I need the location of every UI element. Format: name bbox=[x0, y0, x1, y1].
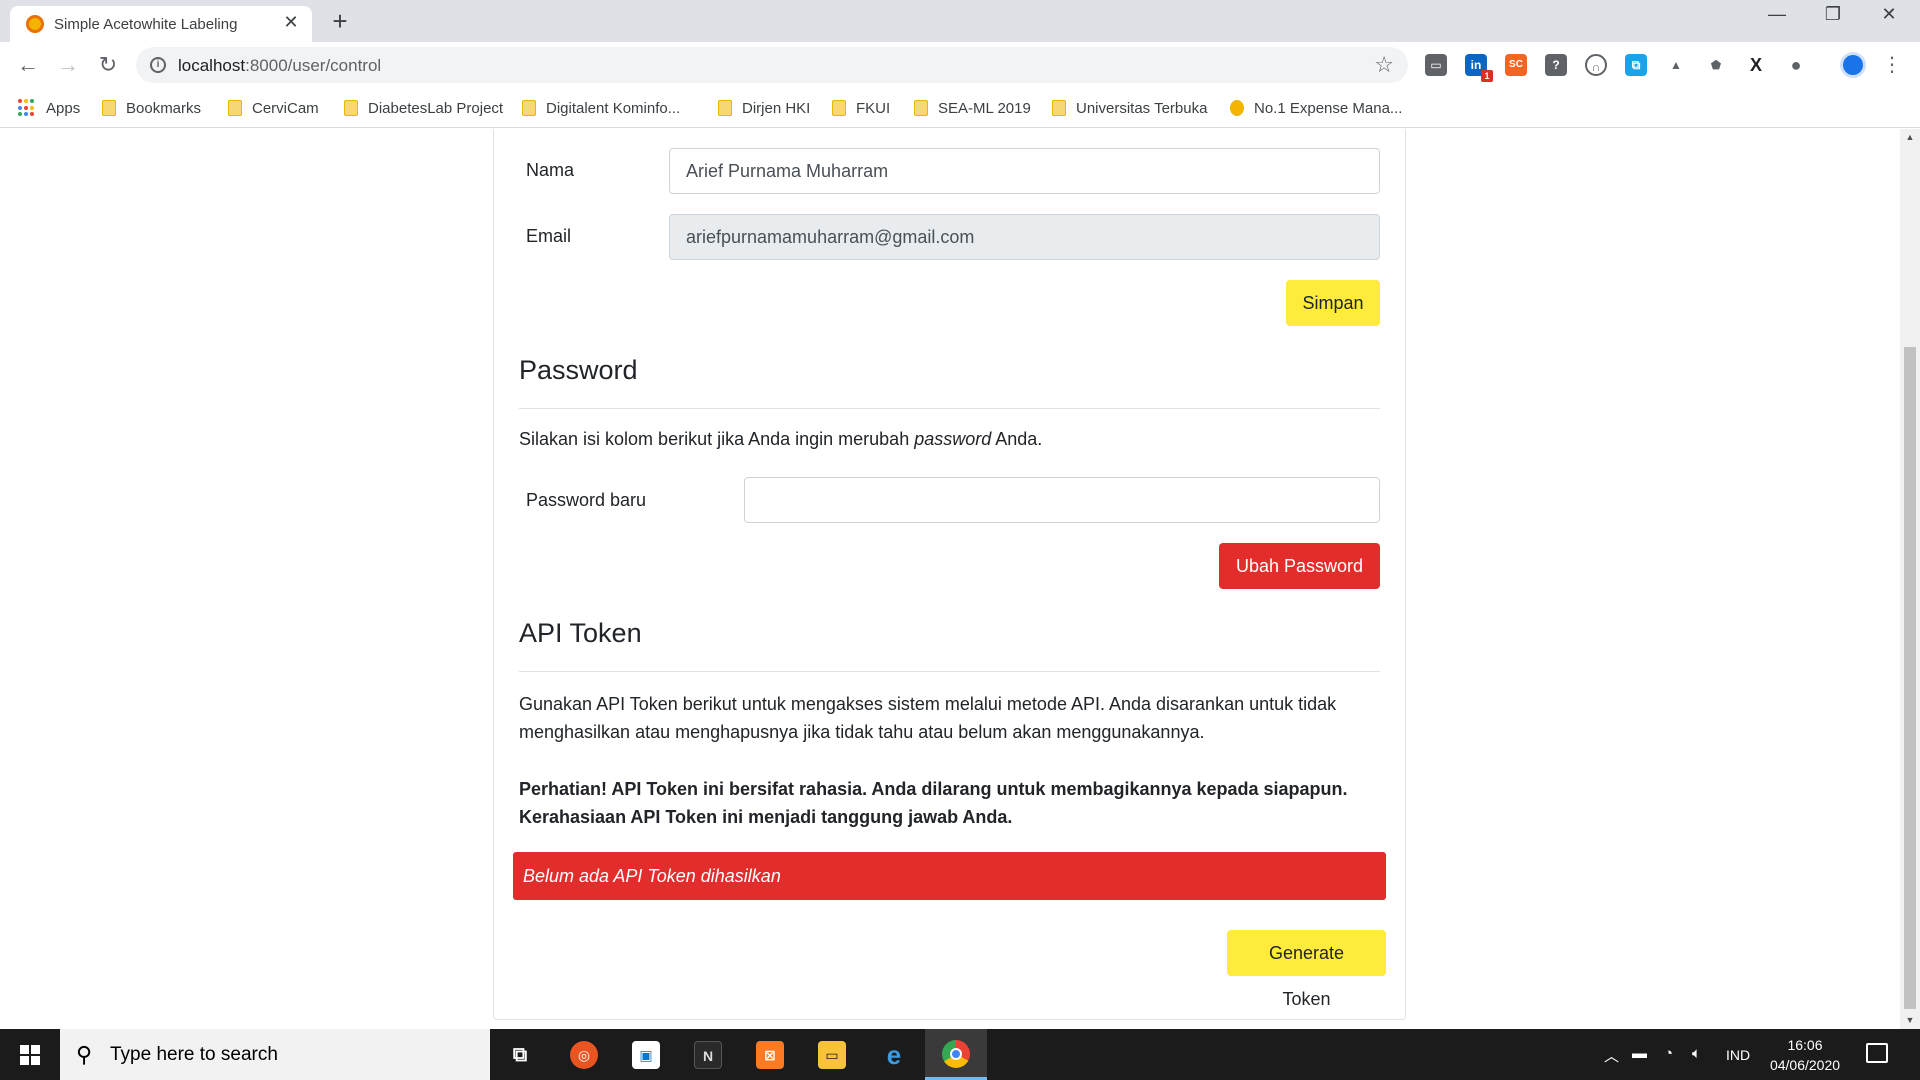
ubuntu-icon[interactable]: ◎ bbox=[570, 1041, 598, 1069]
chat-icon[interactable]: ▭ bbox=[1425, 54, 1447, 76]
new-password-label: Password baru bbox=[526, 490, 647, 510]
task-view-icon[interactable]: ⧉ bbox=[506, 1041, 534, 1069]
tab-close-icon[interactable]: ✕ bbox=[280, 12, 302, 33]
bookmark-folder[interactable]: CerviCam bbox=[228, 96, 319, 120]
folder-icon bbox=[832, 100, 846, 116]
search-placeholder: Type here to search bbox=[110, 1044, 278, 1065]
x-icon[interactable]: X bbox=[1745, 54, 1767, 76]
info-icon[interactable]: i bbox=[150, 57, 166, 73]
taskbar-search[interactable]: ⚲ Type here to search bbox=[60, 1029, 490, 1080]
tab-title: Simple Acetowhite Labeling bbox=[54, 16, 238, 33]
page-scrollbar[interactable]: ▲ ▼ bbox=[1900, 129, 1920, 1029]
tab-bar: Simple Acetowhite Labeling ✕ + — ❐ ✕ bbox=[0, 0, 1920, 42]
windows-logo-icon bbox=[20, 1045, 40, 1065]
drive-icon[interactable]: ▲ bbox=[1665, 54, 1687, 76]
help-icon[interactable]: ? bbox=[1545, 54, 1567, 76]
expense-icon bbox=[1230, 100, 1244, 116]
bookmark-star-icon[interactable]: ☆ bbox=[1374, 52, 1394, 78]
extension-badge: 1 bbox=[1481, 70, 1493, 82]
close-window-icon[interactable]: ✕ bbox=[1866, 4, 1912, 25]
email-label: Email bbox=[526, 226, 572, 246]
clock-time: 16:06 bbox=[1787, 1037, 1823, 1053]
name-label: Nama bbox=[526, 160, 575, 180]
folder-icon bbox=[522, 100, 536, 116]
change-password-button[interactable]: Ubah Password bbox=[1219, 543, 1380, 589]
address-bar[interactable]: i localhost:8000/user/control ☆ bbox=[136, 47, 1408, 83]
email-input[interactable] bbox=[669, 214, 1380, 260]
bookmarks-bar: Apps Bookmarks CerviCam DiabetesLab Proj… bbox=[0, 88, 1920, 128]
profile-avatar[interactable] bbox=[1840, 52, 1866, 78]
folder-icon bbox=[344, 100, 358, 116]
forward-icon[interactable]: → bbox=[54, 51, 82, 79]
wifi-icon[interactable]: ◔ bbox=[1664, 1045, 1673, 1062]
bookmark-folder[interactable]: Universitas Terbuka bbox=[1052, 96, 1207, 120]
notifications-icon[interactable] bbox=[1866, 1043, 1888, 1063]
volume-icon[interactable]: 🔈︎ bbox=[1692, 1045, 1701, 1062]
folder-icon bbox=[718, 100, 732, 116]
edge-icon[interactable]: e bbox=[880, 1041, 908, 1069]
api-token-section-title: API Token bbox=[519, 618, 642, 648]
circle-icon[interactable]: ● bbox=[1785, 54, 1807, 76]
linkedin-icon[interactable]: in 1 bbox=[1465, 54, 1493, 82]
windows-taskbar: ⚲ Type here to search ⧉ ◎ ▣ N ⊠ ▭ e ︿ ▬ … bbox=[0, 1029, 1920, 1080]
divider bbox=[519, 408, 1380, 409]
screenshot-icon[interactable]: ⧉ bbox=[1625, 54, 1647, 76]
page-viewport: Nama Email Simpan Password Silakan isi k… bbox=[0, 129, 1900, 1029]
restore-icon[interactable]: ❐ bbox=[1810, 4, 1856, 25]
generate-token-button[interactable]: Generate Token bbox=[1227, 930, 1386, 1009]
url-text: localhost:8000/user/control bbox=[178, 56, 382, 75]
bookmark-folder[interactable]: SEA-ML 2019 bbox=[914, 96, 1031, 120]
chrome-taskbar-button[interactable] bbox=[925, 1029, 987, 1080]
store-icon[interactable]: ▣ bbox=[632, 1041, 660, 1069]
new-password-input[interactable] bbox=[744, 477, 1380, 523]
search-icon: ⚲ bbox=[76, 1042, 93, 1067]
password-description: Silakan isi kolom berikut jika Anda ingi… bbox=[519, 429, 1043, 449]
back-icon[interactable]: ← bbox=[14, 51, 42, 79]
bookmark-folder[interactable]: Bookmarks bbox=[102, 96, 201, 120]
battery-icon[interactable]: ▬ bbox=[1632, 1045, 1647, 1062]
menu-dots-icon[interactable]: ⋮ bbox=[1882, 52, 1902, 77]
browser-toolbar: ← → ↻ i localhost:8000/user/control ☆ ▭ … bbox=[0, 42, 1920, 88]
shield-icon[interactable]: ⬟ bbox=[1705, 54, 1727, 76]
bookmark-folder[interactable]: FKUI bbox=[832, 96, 890, 120]
reload-icon[interactable]: ↻ bbox=[94, 51, 122, 79]
chrome-icon bbox=[942, 1040, 970, 1068]
bookmark-folder[interactable]: Dirjen HKI bbox=[718, 96, 810, 120]
no-token-alert: Belum ada API Token dihasilkan bbox=[513, 852, 1386, 900]
scroll-down-icon[interactable]: ▼ bbox=[1900, 1012, 1920, 1029]
folder-icon bbox=[102, 100, 116, 116]
divider bbox=[519, 671, 1380, 672]
bookmark-folder[interactable]: Digitalent Kominfo... bbox=[522, 96, 680, 120]
sc-icon[interactable]: SC bbox=[1505, 54, 1527, 76]
api-token-description: Gunakan API Token berikut untuk mengakse… bbox=[519, 694, 1337, 742]
language-indicator[interactable]: IND bbox=[1726, 1047, 1750, 1063]
name-input[interactable] bbox=[669, 148, 1380, 194]
start-button[interactable] bbox=[0, 1029, 60, 1080]
api-token-warning: Perhatian! API Token ini bersifat rahasi… bbox=[519, 779, 1348, 827]
new-tab-button[interactable]: + bbox=[326, 6, 354, 37]
save-button[interactable]: Simpan bbox=[1286, 280, 1380, 326]
minimize-icon[interactable]: — bbox=[1754, 4, 1800, 25]
browser-tab[interactable]: Simple Acetowhite Labeling ✕ bbox=[10, 6, 312, 42]
scroll-thumb[interactable] bbox=[1904, 347, 1916, 1009]
scroll-up-icon[interactable]: ▲ bbox=[1900, 129, 1920, 146]
notion-icon[interactable]: N bbox=[694, 1041, 722, 1069]
folder-icon bbox=[914, 100, 928, 116]
folder-icon bbox=[228, 100, 242, 116]
bookmark-folder[interactable]: DiabetesLab Project bbox=[344, 96, 503, 120]
bookmark-expense[interactable]: No.1 Expense Mana... bbox=[1230, 96, 1402, 120]
apps-grid-icon bbox=[18, 99, 36, 117]
folder-icon bbox=[1052, 100, 1066, 116]
taskbar-clock[interactable]: 16:06 04/06/2020 bbox=[1760, 1035, 1850, 1075]
bookmark-apps[interactable]: Apps bbox=[18, 96, 80, 120]
site-favicon-icon bbox=[26, 15, 44, 33]
clock-date: 04/06/2020 bbox=[1769, 1057, 1841, 1073]
password-section-title: Password bbox=[519, 355, 638, 385]
xampp-icon[interactable]: ⊠ bbox=[756, 1041, 784, 1069]
tray-chevron-icon[interactable]: ︿ bbox=[1604, 1045, 1619, 1066]
headphones-icon[interactable]: ∩ bbox=[1585, 54, 1607, 76]
file-explorer-icon[interactable]: ▭ bbox=[818, 1041, 846, 1069]
